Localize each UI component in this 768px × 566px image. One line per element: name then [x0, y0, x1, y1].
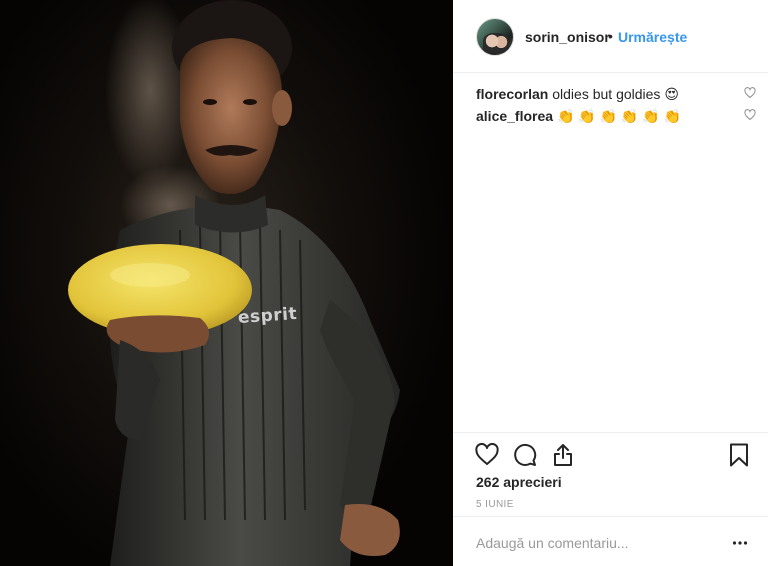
- heart-icon[interactable]: [475, 443, 499, 467]
- share-icon[interactable]: [551, 443, 575, 467]
- more-options-icon[interactable]: [732, 535, 748, 551]
- comment-icon[interactable]: [513, 443, 537, 467]
- author-username[interactable]: sorin_onisor: [525, 29, 610, 45]
- comment-item: alice_florea 👏 👏 👏 👏 👏 👏: [476, 107, 756, 129]
- comment-input[interactable]: [476, 533, 716, 553]
- comment-item: florecorlan oldies but goldies 😍: [476, 85, 756, 107]
- avatar[interactable]: [476, 18, 514, 56]
- comment-username[interactable]: florecorlan: [476, 86, 548, 102]
- post-actions: 262 aprecieri 5 IUNIE: [453, 432, 768, 516]
- comment-like-heart-icon[interactable]: [744, 87, 756, 99]
- bookmark-icon[interactable]: [727, 443, 751, 467]
- post-date: 5 IUNIE: [476, 499, 514, 510]
- likes-count[interactable]: 262 aprecieri: [476, 474, 562, 490]
- sweater-logo: esprit: [237, 303, 298, 329]
- header-separator: •: [608, 28, 613, 44]
- post-header: sorin_onisor • Urmărește: [453, 0, 768, 73]
- post-side-panel: sorin_onisor • Urmărește florecorlan old…: [453, 0, 768, 566]
- comment-text: oldies but goldies 😍: [552, 86, 679, 102]
- comment-like-heart-icon[interactable]: [744, 109, 756, 121]
- comment-text: 👏 👏 👏 👏 👏 👏: [556, 108, 681, 124]
- post-photo[interactable]: esprit: [0, 0, 453, 566]
- follow-button[interactable]: Urmărește: [618, 29, 687, 45]
- add-comment-section: [453, 516, 768, 566]
- comment-username[interactable]: alice_florea: [476, 108, 553, 124]
- comment-list: florecorlan oldies but goldies 😍 alice_f…: [476, 85, 756, 129]
- photo-illustration: [68, 0, 400, 566]
